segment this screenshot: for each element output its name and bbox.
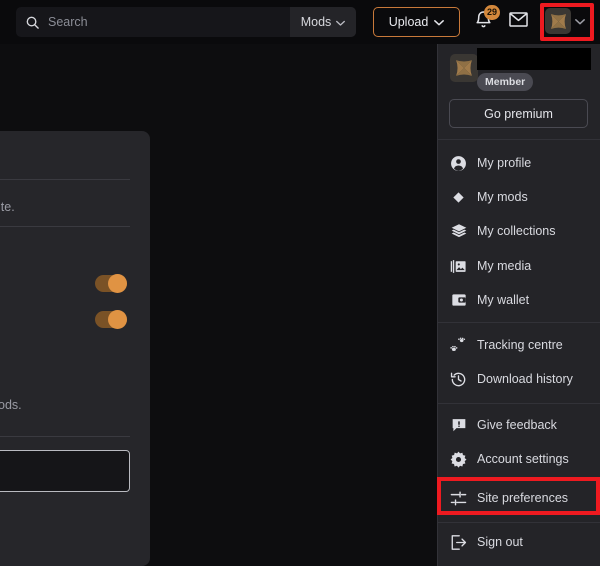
search-icon	[16, 15, 48, 30]
search-category-label: Mods	[300, 15, 332, 29]
upload-button-label: Upload	[388, 15, 429, 29]
diamond-icon	[450, 189, 467, 206]
menu-item-label: Sign out	[477, 535, 523, 549]
menu-user-row	[450, 54, 478, 82]
gear-icon	[450, 451, 467, 468]
menu-item-my-media[interactable]: My media	[437, 251, 600, 281]
panel-toggle[interactable]	[95, 310, 127, 329]
menu-item-label: Download history	[477, 372, 573, 386]
menu-item-my-wallet[interactable]: My wallet	[437, 285, 600, 315]
clock-rewind-icon	[450, 371, 467, 388]
paw-tracks-icon	[450, 336, 467, 354]
menu-item-account-settings[interactable]: Account settings	[437, 444, 600, 474]
panel-toggle[interactable]	[95, 274, 127, 293]
menu-item-label: My wallet	[477, 293, 530, 307]
menu-item-sign-out[interactable]: Sign out	[437, 527, 600, 557]
menu-divider	[437, 139, 600, 140]
menu-item-label: Site preferences	[477, 491, 569, 505]
upload-button[interactable]: Upload	[373, 7, 460, 37]
search-input[interactable]	[48, 7, 290, 37]
panel-text-fragment: ite.	[0, 200, 15, 214]
menu-divider	[437, 522, 600, 523]
app-root: ite. ods. Mods Upload	[0, 0, 600, 566]
user-role-badge: Member	[477, 73, 534, 92]
go-premium-button[interactable]: Go premium	[449, 99, 588, 128]
menu-item-my-mods[interactable]: My mods	[437, 182, 600, 212]
menu-item-label: Tracking centre	[477, 338, 563, 352]
person-circle-icon	[450, 155, 467, 172]
menu-divider	[437, 322, 600, 323]
wallet-icon	[450, 292, 467, 309]
panel-divider	[0, 179, 130, 180]
menu-divider	[437, 403, 600, 404]
sign-out-icon	[450, 534, 467, 551]
menu-item-site-preferences[interactable]: Site preferences	[437, 483, 600, 513]
menu-item-give-feedback[interactable]: Give feedback	[437, 410, 600, 440]
panel-divider	[0, 436, 130, 437]
chevron-down-icon	[434, 15, 445, 29]
menu-item-label: Give feedback	[477, 418, 557, 432]
feedback-alert-icon	[450, 417, 467, 434]
menu-item-my-profile[interactable]: My profile	[437, 148, 600, 178]
layers-icon	[450, 223, 467, 240]
user-avatar-menu-button[interactable]	[540, 3, 592, 39]
menu-item-tracking-centre[interactable]: Tracking centre	[437, 330, 600, 360]
notification-count-badge: 29	[483, 5, 500, 20]
sliders-icon	[450, 490, 467, 507]
notifications-button[interactable]: 29	[470, 5, 500, 35]
menu-item-download-history[interactable]: Download history	[437, 364, 600, 394]
mail-icon	[508, 12, 528, 32]
background-settings-panel: ite. ods.	[0, 131, 150, 566]
menu-item-label: My collections	[477, 224, 556, 238]
search-category-filter[interactable]: Mods	[290, 7, 356, 37]
chevron-down-icon	[575, 12, 585, 30]
username-redacted	[477, 48, 591, 70]
image-stack-icon	[450, 258, 467, 275]
search-bar[interactable]: Mods	[16, 7, 356, 37]
menu-item-label: My media	[477, 259, 532, 273]
panel-text-input[interactable]	[0, 450, 130, 492]
panel-text-fragment: ods.	[0, 398, 22, 412]
menu-item-my-collections[interactable]: My collections	[437, 216, 600, 246]
user-avatar-pinwheel-icon	[450, 54, 478, 82]
menu-item-label: Account settings	[477, 452, 569, 466]
messages-button[interactable]	[506, 10, 530, 34]
user-avatar-pinwheel-icon	[545, 8, 571, 34]
chevron-down-icon	[336, 15, 346, 29]
menu-item-label: My profile	[477, 156, 532, 170]
top-navigation-bar: Mods Upload 29	[0, 0, 600, 44]
panel-divider	[0, 226, 130, 227]
menu-item-label: My mods	[477, 190, 528, 204]
